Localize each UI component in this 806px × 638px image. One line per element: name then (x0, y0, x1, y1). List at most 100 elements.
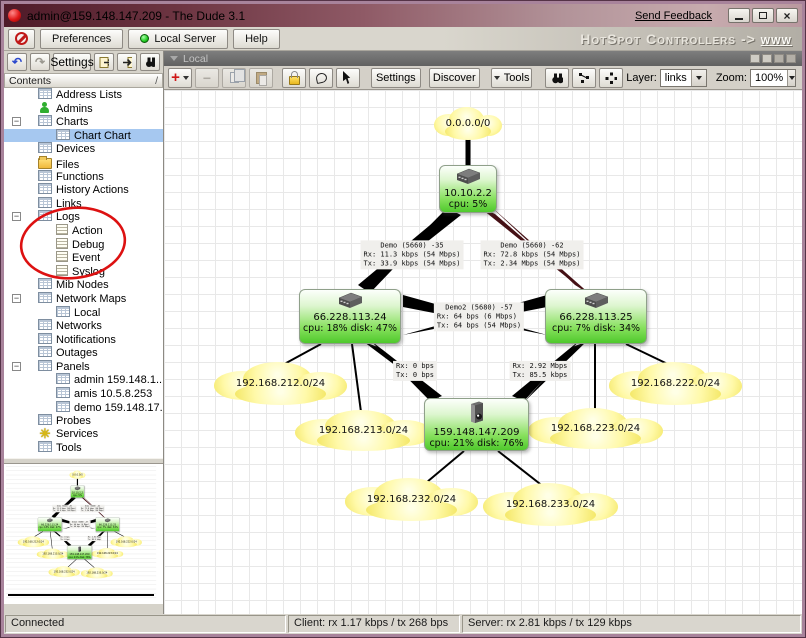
redo-icon: ↷ (35, 55, 45, 69)
link-label[interactable]: Rx: 0 bpsTx: 0 bps (393, 361, 437, 381)
tree-item-services[interactable]: ✳Services (4, 428, 163, 442)
tree-item-local[interactable]: Local (4, 306, 163, 320)
map-tab-bar[interactable]: Local (164, 51, 802, 66)
lasso-select-button[interactable] (309, 68, 333, 88)
close-button[interactable]: × (776, 8, 798, 23)
tree-item-links[interactable]: Links (4, 197, 163, 211)
tree-item-event[interactable]: Event (4, 251, 163, 265)
minimize-button[interactable] (728, 8, 750, 23)
map-node-66-228-113-24[interactable]: 66.228.113.24cpu: 18% disk: 47% (299, 289, 401, 344)
layer-select[interactable]: links (660, 69, 707, 87)
sort-indicator: / (155, 75, 158, 87)
add-element-button[interactable]: + (168, 68, 192, 88)
map-panel: Local + − Settings Discover Tools Layer:… (164, 51, 802, 614)
map-node-66-228-113-25[interactable]: 66.228.113.25cpu: 7% disk: 34% (545, 289, 647, 344)
tree-column-header[interactable]: Contents / (4, 73, 163, 88)
tree-expander-icon[interactable]: − (12, 294, 21, 303)
export-button[interactable] (94, 53, 114, 71)
pane-layout-icons[interactable] (750, 54, 796, 63)
brand-www-link[interactable]: www (761, 31, 792, 47)
tree-item-network-maps[interactable]: −Network Maps (4, 292, 163, 306)
table-icon (38, 346, 52, 357)
zoom-select[interactable]: 100% (750, 69, 796, 87)
network-cloud-192-168-213-0-24[interactable]: 192.168.213.0/24 (295, 410, 432, 451)
router-device-icon (334, 292, 366, 309)
tree-item-notifications[interactable]: Notifications (4, 333, 163, 347)
help-button[interactable]: Help (233, 29, 280, 49)
combo-arrow-icon[interactable] (691, 70, 706, 86)
local-server-button[interactable]: Local Server (128, 29, 228, 49)
tree-item-mib-nodes[interactable]: Mib Nodes (4, 278, 163, 292)
gear-icon: ✳ (38, 428, 52, 439)
copy-icon (230, 72, 239, 83)
link-line[interactable] (352, 344, 361, 412)
tree-expander-icon[interactable]: − (12, 212, 21, 221)
tree-expander-icon[interactable]: − (12, 362, 21, 371)
link-label[interactable]: Demo2 (5680) -57Rx: 64 bps (6 Mbps)Tx: 6… (434, 302, 524, 331)
map-settings-button[interactable]: Settings (371, 68, 421, 88)
preferences-button[interactable]: Preferences (40, 29, 123, 49)
maximize-button[interactable] (752, 8, 774, 23)
overview-minimap[interactable]: 10.10.2.2cpu: 5%66.228.113.24cpu: 18% di… (4, 464, 163, 604)
network-cloud-192-168-232-0-24[interactable]: 192.168.232.0/24 (345, 478, 478, 521)
find-button[interactable] (140, 53, 160, 71)
network-map-canvas[interactable]: 10.10.2.2cpu: 5% 66.228.113.24cpu: 18% di… (164, 90, 802, 614)
tree-item-probes[interactable]: Probes (4, 414, 163, 428)
link-label: Demo (5660) -35Rx: 11.3 kbps (54 Mbps)Tx… (52, 505, 76, 513)
link-label[interactable]: Rx: 2.92 MbpsTx: 85.5 kbps (510, 361, 571, 381)
network-cloud-192-168-212-0-24[interactable]: 192.168.212.0/24 (214, 362, 347, 405)
link-label[interactable]: Demo (5660) -62Rx: 72.8 kbps (54 Mbps)Tx… (481, 240, 584, 269)
layout-circle-button[interactable] (599, 68, 623, 88)
map-node-10-10-2-2[interactable]: 10.10.2.2cpu: 5% (439, 165, 497, 213)
table-icon (56, 306, 70, 317)
link-line[interactable] (498, 451, 544, 487)
tree-item-syslog[interactable]: Syslog (4, 265, 163, 279)
table-icon (38, 333, 52, 344)
tree-item-admins[interactable]: Admins (4, 102, 163, 116)
sidebar-settings-button[interactable]: Settings (53, 53, 91, 71)
tools-dropdown-button[interactable]: Tools (491, 68, 532, 88)
discover-button[interactable]: Discover (429, 68, 480, 88)
tree-item-demo-159-148-17-[interactable]: demo 159.148.17... (4, 401, 163, 415)
tree-item-tools[interactable]: Tools (4, 441, 163, 455)
network-map-canvas[interactable]: 10.10.2.2cpu: 5%66.228.113.24cpu: 18% di… (6, 466, 156, 601)
tree-item-debug[interactable]: Debug (4, 238, 163, 252)
tree-item-admin-159-148-1-[interactable]: admin 159.148.1... (4, 373, 163, 387)
router-device-icon (46, 518, 54, 522)
send-feedback-link[interactable]: Send Feedback (635, 10, 712, 22)
import-button[interactable] (117, 53, 137, 71)
tree-item-logs[interactable]: −Logs (4, 210, 163, 224)
table-icon (38, 278, 52, 289)
tree-item-address-lists[interactable]: Address Lists (4, 88, 163, 102)
paste-button[interactable] (249, 68, 273, 88)
tree-item-networks[interactable]: Networks (4, 319, 163, 333)
tree-item-devices[interactable]: Devices (4, 142, 163, 156)
network-cloud-192-168-223-0-24[interactable]: 192.168.223.0/24 (528, 408, 663, 449)
tree-item-history-actions[interactable]: History Actions (4, 183, 163, 197)
link-label[interactable]: Demo (5660) -35Rx: 11.3 kbps (54 Mbps)Tx… (361, 240, 464, 269)
tree-item-outages[interactable]: Outages (4, 346, 163, 360)
tree-item-functions[interactable]: Functions (4, 170, 163, 184)
layout-spread-button[interactable] (572, 68, 596, 88)
disconnect-button[interactable] (8, 29, 35, 49)
tree-item-charts[interactable]: −Charts (4, 115, 163, 129)
network-cloud-192-168-233-0-24[interactable]: 192.168.233.0/24 (483, 483, 618, 526)
tree-item-files[interactable]: Files (4, 156, 163, 170)
map-node-159-148-147-209[interactable]: 159.148.147.209cpu: 21% disk: 76% (424, 398, 529, 451)
network-cloud-192-168-222-0-24[interactable]: 192.168.222.0/24 (609, 362, 742, 405)
redo-button[interactable]: ↷ (30, 53, 50, 71)
tree-item-amis-10-5-8-253[interactable]: amis 10.5.8.253 (4, 387, 163, 401)
pointer-tool-button[interactable] (336, 68, 360, 88)
tree-item-chart-chart[interactable]: Chart Chart (4, 129, 163, 143)
lock-button[interactable] (282, 68, 306, 88)
tree-item-action[interactable]: Action (4, 224, 163, 238)
remove-element-button[interactable]: − (195, 68, 219, 88)
network-cloud-0-0-0-0-0[interactable]: 0.0.0.0/0 (434, 107, 502, 140)
network-cloud-192-168-223-0-24: 192.168.223.0/24 (92, 548, 124, 559)
copy-button[interactable] (222, 68, 246, 88)
find-on-map-button[interactable] (545, 68, 569, 88)
undo-button[interactable]: ↶ (7, 53, 27, 71)
tree-expander-icon[interactable]: − (12, 117, 21, 126)
combo-arrow-icon[interactable] (787, 70, 795, 86)
tree-item-panels[interactable]: −Panels (4, 360, 163, 374)
